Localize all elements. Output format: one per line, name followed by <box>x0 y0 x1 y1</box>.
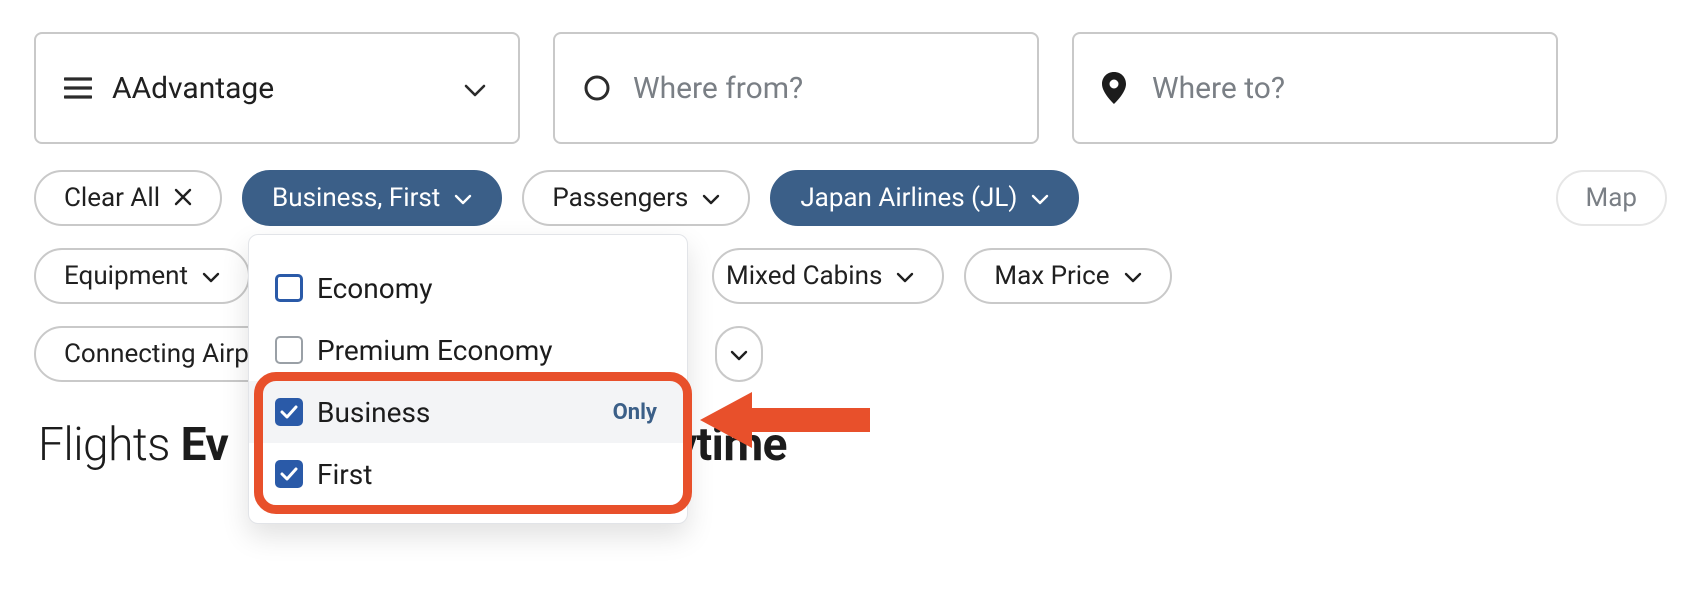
chevron-down-icon <box>454 183 472 213</box>
option-label: Economy <box>317 272 433 305</box>
chevron-down-icon <box>202 261 220 291</box>
equipment-label: Equipment <box>64 261 188 291</box>
option-label: Business <box>317 396 430 429</box>
pin-icon <box>1102 72 1140 104</box>
close-icon <box>174 183 192 213</box>
chevron-down-icon <box>464 71 486 106</box>
filters-row-1: Clear All Business, First Passengers Jap… <box>0 144 1701 226</box>
origin-input[interactable]: Where from? <box>553 32 1039 144</box>
connecting-airports-filter[interactable]: Connecting Airp <box>34 326 279 382</box>
map-button[interactable]: Map <box>1556 170 1667 226</box>
passengers-filter[interactable]: Passengers <box>522 170 750 226</box>
clear-all-button[interactable]: Clear All <box>34 170 222 226</box>
checkbox-icon[interactable] <box>275 336 303 364</box>
checkbox-icon[interactable] <box>275 274 303 302</box>
unknown-filter[interactable] <box>715 326 763 382</box>
cabin-filter[interactable]: Business, First <box>242 170 502 226</box>
cabin-option-economy[interactable]: Economy <box>249 257 687 319</box>
option-label: Premium Economy <box>317 334 553 367</box>
chevron-down-icon <box>702 183 720 213</box>
map-label: Map <box>1586 183 1637 213</box>
passengers-label: Passengers <box>552 183 688 213</box>
cabin-option-premium-economy[interactable]: Premium Economy <box>249 319 687 381</box>
circle-icon <box>583 74 621 102</box>
headline-bold1: Ev <box>181 418 229 472</box>
menu-icon <box>64 77 102 99</box>
mixed-cabins-label: Mixed Cabins <box>726 261 882 291</box>
destination-input[interactable]: Where to? <box>1072 32 1558 144</box>
chevron-down-icon <box>1031 183 1049 213</box>
equipment-filter[interactable]: Equipment <box>34 248 250 304</box>
checkbox-checked-icon[interactable] <box>275 398 303 426</box>
origin-placeholder: Where from? <box>633 71 803 106</box>
cabin-option-first[interactable]: First <box>249 443 687 505</box>
airline-label: Japan Airlines (JL) <box>800 183 1017 213</box>
only-button[interactable]: Only <box>613 400 657 425</box>
cabin-dropdown: Economy Premium Economy Business Only Fi… <box>248 234 688 524</box>
airline-filter[interactable]: Japan Airlines (JL) <box>770 170 1079 226</box>
cabin-filter-label: Business, First <box>272 183 440 213</box>
clear-all-label: Clear All <box>64 183 160 213</box>
max-price-filter[interactable]: Max Price <box>964 248 1171 304</box>
chevron-down-icon <box>1124 261 1142 291</box>
chevron-down-icon <box>730 339 748 369</box>
option-label: First <box>317 458 372 491</box>
max-price-label: Max Price <box>994 261 1109 291</box>
headline-prefix: Flights <box>38 418 181 472</box>
connecting-label: Connecting Airp <box>64 339 249 369</box>
checkbox-checked-icon[interactable] <box>275 460 303 488</box>
search-row: AAdvantage Where from? Where to? <box>0 0 1701 144</box>
program-label: AAdvantage <box>112 71 274 106</box>
chevron-down-icon <box>896 261 914 291</box>
destination-placeholder: Where to? <box>1152 71 1285 106</box>
cabin-option-business[interactable]: Business Only <box>249 381 687 443</box>
program-select[interactable]: AAdvantage <box>34 32 520 144</box>
mixed-cabins-filter[interactable]: Mixed Cabins <box>712 248 944 304</box>
